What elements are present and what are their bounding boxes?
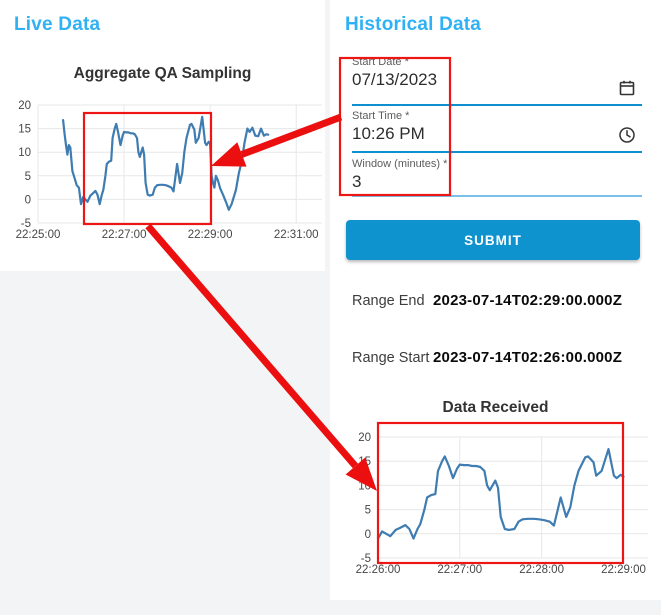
chart-svg: 20151050-522:26:00 22:27:00 22:28:00 22:29:… xyxy=(356,432,648,576)
svg-text:22:29:00: 22:29:00 xyxy=(601,564,646,576)
range-end-row: Range End 2023-07-14T02:29:00.000Z xyxy=(352,292,622,309)
svg-text:5: 5 xyxy=(365,505,371,517)
window-minutes-input[interactable] xyxy=(352,170,642,192)
svg-text:0: 0 xyxy=(365,529,371,541)
start-date-input[interactable] xyxy=(352,68,612,90)
range-start-label: Range Start xyxy=(352,350,430,366)
start-time-field: Start Time * xyxy=(352,108,642,153)
svg-text:5: 5 xyxy=(25,171,31,183)
start-date-label: Start Date * xyxy=(352,56,409,68)
historical-data-panel: Historical Data Start Date * Start Time … xyxy=(330,0,661,600)
svg-text:22:28:00: 22:28:00 xyxy=(519,564,564,576)
svg-text:20: 20 xyxy=(358,432,371,444)
svg-text:22:27:00: 22:27:00 xyxy=(437,564,482,576)
window-minutes-field: Window (minutes) * xyxy=(352,156,642,197)
historical-data-heading: Historical Data xyxy=(345,14,482,35)
svg-text:22:27:00: 22:27:00 xyxy=(102,229,147,241)
live-chart: Aggregate QA Sampling 20 15 10 5 0 -5 22:25:00… xyxy=(0,62,325,262)
start-time-label: Start Time * xyxy=(352,110,410,122)
start-date-field: Start Date * xyxy=(352,54,642,106)
live-chart-title: Aggregate QA Sampling xyxy=(73,65,252,82)
live-data-panel: Live Data Aggregate QA Sampling 20 15 10 5 0… xyxy=(0,0,325,271)
svg-text:22:29:00: 22:29:00 xyxy=(188,229,233,241)
clock-icon[interactable] xyxy=(618,126,636,144)
svg-text:22:26:00: 22:26:00 xyxy=(356,564,401,576)
svg-text:22:31:00: 22:31:00 xyxy=(274,229,319,241)
data-received-chart: Data Received 20 15 10 5 0 -5 22:26:00 22:27:00… xyxy=(330,396,661,596)
submit-button[interactable]: SUBMIT xyxy=(346,220,640,260)
data-received-chart-title: Data Received xyxy=(442,399,549,416)
data-received-chart-plot: 20 15 10 5 0 -5 22:26:00 22:27:00 22:28:00 22:29:… xyxy=(330,420,661,596)
range-end-label: Range End xyxy=(352,293,425,309)
start-time-input[interactable] xyxy=(352,122,612,144)
range-start-row: Range Start 2023-07-14T02:26:00.000Z xyxy=(352,349,622,366)
svg-text:0: 0 xyxy=(25,194,31,206)
svg-text:15: 15 xyxy=(18,124,31,136)
live-chart-plot: 20 15 10 5 0 -5 22:25:00 22:27:00 22:29:00 22:31:… xyxy=(0,86,325,256)
range-start-value: 2023-07-14T02:26:00.000Z xyxy=(433,349,623,366)
svg-text:10: 10 xyxy=(18,147,31,159)
svg-text:15: 15 xyxy=(358,456,371,468)
range-end-value: 2023-07-14T02:29:00.000Z xyxy=(433,292,623,309)
window-minutes-label: Window (minutes) * xyxy=(352,158,448,170)
svg-text:22:25:00: 22:25:00 xyxy=(16,229,61,241)
calendar-icon[interactable] xyxy=(618,79,636,97)
live-data-heading: Live Data xyxy=(14,14,101,35)
chart-svg: 20151050-522:25:00 22:27:00 22:29:00 22:31:… xyxy=(16,100,322,241)
svg-text:10: 10 xyxy=(358,480,371,492)
svg-text:20: 20 xyxy=(18,100,31,112)
